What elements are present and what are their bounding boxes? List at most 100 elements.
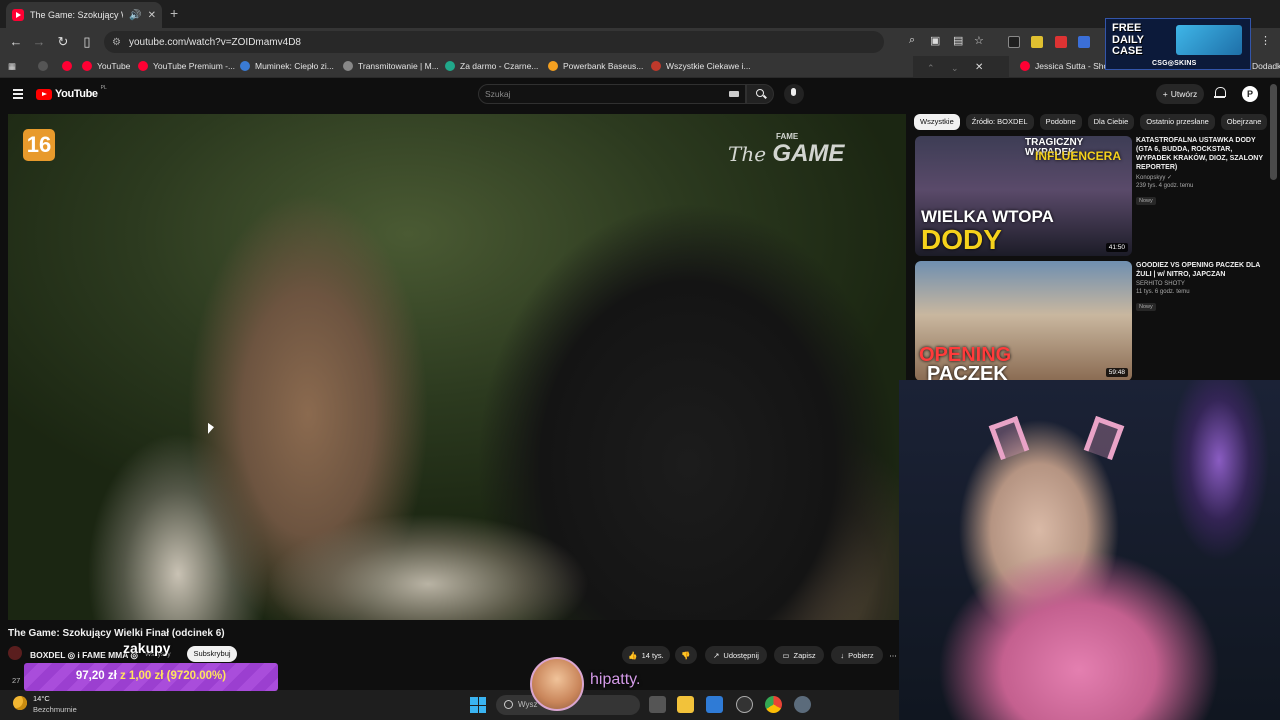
bookmarks-overflow[interactable]: Dodadki bbox=[1252, 61, 1280, 71]
chip-similar[interactable]: Podobne bbox=[1039, 114, 1082, 130]
chrome-icon[interactable] bbox=[765, 696, 782, 713]
recommended-channel[interactable]: Konopskyy ✓ bbox=[1136, 174, 1266, 181]
account-avatar[interactable]: P bbox=[1242, 86, 1258, 102]
sponsor-ad-banner: FREE DAILY CASE CSG◎SKINS bbox=[1105, 18, 1251, 70]
windows-start-icon[interactable] bbox=[470, 697, 486, 713]
video-player[interactable]: 16 FAME The GAME bbox=[8, 114, 906, 620]
apps-icon[interactable]: ▦ bbox=[8, 61, 16, 72]
search-input[interactable]: Szukaj bbox=[478, 84, 746, 104]
back-icon[interactable]: ← bbox=[8, 34, 24, 49]
task-view-icon[interactable] bbox=[649, 696, 666, 713]
scrollbar[interactable] bbox=[1270, 84, 1277, 180]
url-text: youtube.com/watch?v=ZOIDmamv4D8 bbox=[128, 36, 301, 48]
channel-name[interactable]: BOXDEL ◎ i FAME MMA ◎ bbox=[30, 650, 138, 661]
more-actions-button[interactable]: ⋯ bbox=[887, 646, 899, 664]
tab-title: The Game: Szokujący Wielki bbox=[30, 10, 123, 20]
site-info-icon[interactable]: ⚙ bbox=[112, 37, 121, 48]
youtube-icon bbox=[1020, 61, 1030, 71]
weather-moon-icon[interactable] bbox=[13, 696, 27, 710]
bookmark-item[interactable] bbox=[62, 61, 72, 71]
create-button[interactable]: + Utwórz bbox=[1156, 84, 1204, 104]
youtube-favicon-icon bbox=[12, 9, 24, 21]
address-bar[interactable]: ⚙ youtube.com/watch?v=ZOIDmamv4D8 bbox=[104, 31, 884, 53]
zoom-icon[interactable]: ⌕ bbox=[909, 34, 915, 47]
close-tab-icon[interactable]: ✕ bbox=[148, 10, 156, 21]
bookmark-item[interactable]: Powerbank Baseus... bbox=[548, 61, 643, 71]
dislike-button[interactable]: 👎 bbox=[675, 646, 697, 664]
voice-search-button[interactable] bbox=[784, 84, 804, 104]
channel-avatar[interactable] bbox=[8, 646, 22, 660]
notifications-bell-icon[interactable] bbox=[1214, 87, 1226, 99]
show-watermark: FAME The GAME bbox=[728, 132, 845, 167]
side-panel-icon[interactable]: ▯ bbox=[79, 34, 95, 50]
app-icon[interactable] bbox=[736, 696, 753, 713]
streamer-webcam bbox=[899, 380, 1280, 720]
streamer-handle: hipatty. bbox=[590, 671, 641, 688]
settings-gear-icon[interactable] bbox=[794, 696, 811, 713]
find-close-icon[interactable]: ✕ bbox=[975, 62, 983, 73]
recommended-video[interactable]: TRAGICZNY WYPADEK INFLUENCERA WIELKA WTO… bbox=[915, 136, 1275, 256]
share-button[interactable]: ↗ Udostępnij bbox=[705, 646, 767, 664]
save-button[interactable]: ▭ Zapisz bbox=[774, 646, 824, 664]
ad-artwork bbox=[1176, 25, 1242, 55]
file-explorer-icon[interactable] bbox=[677, 696, 694, 713]
chip-source[interactable]: Źródło: BOXDEL bbox=[965, 114, 1034, 130]
recommended-title[interactable]: KATASTROFALNA USTAWKA DODY (GTA 6, BUDDA… bbox=[1136, 136, 1266, 172]
hamburger-menu-icon[interactable] bbox=[13, 89, 23, 101]
bookmark-item[interactable]: Transmitowanie | M... bbox=[343, 61, 439, 71]
bookmark-item[interactable]: YouTube Premium -... bbox=[138, 61, 235, 71]
chip-all[interactable]: Wszystkie bbox=[914, 114, 960, 130]
youtube-header: YouTube PL Szukaj + Utwórz P bbox=[0, 78, 1280, 114]
chip-watched[interactable]: Obejrzane bbox=[1220, 114, 1268, 130]
bookmark-item[interactable] bbox=[38, 61, 48, 71]
bookmark-item[interactable]: YouTube bbox=[82, 61, 130, 71]
extension-icon[interactable] bbox=[1031, 36, 1043, 48]
cast-icon[interactable]: ▣ bbox=[930, 34, 940, 47]
recommended-stats: 239 tys. 4 godz. temu bbox=[1136, 183, 1194, 190]
chip-for-you[interactable]: Dla Ciebie bbox=[1087, 114, 1135, 130]
youtube-play-icon bbox=[36, 88, 52, 100]
search-button[interactable] bbox=[746, 84, 774, 104]
weather-temperature[interactable]: 14°C bbox=[33, 694, 50, 703]
video-duration: 41:50 bbox=[1105, 243, 1128, 252]
bookmarks-bar: ▦ YouTube YouTube Premium -... Muminek: … bbox=[0, 56, 1280, 78]
download-button[interactable]: ↓ Pobierz bbox=[831, 646, 883, 664]
menu-icon[interactable]: ⋮ bbox=[1260, 34, 1271, 47]
browser-tab[interactable]: The Game: Szokujący Wielki 🔊 ✕ bbox=[6, 2, 162, 28]
thumbs-down-icon: 👎 bbox=[681, 650, 691, 660]
like-button[interactable]: 👍 14 tys. bbox=[622, 646, 670, 664]
extension-icon[interactable] bbox=[1008, 36, 1020, 48]
mouse-cursor-icon bbox=[208, 422, 214, 439]
recommended-video[interactable]: OPENING PACZEK 59:48 GOODIEZ VS OPENING … bbox=[915, 261, 1275, 381]
recommended-channel[interactable]: SERHITO SHOTY bbox=[1136, 281, 1266, 287]
bookmark-favicon-icon bbox=[548, 61, 558, 71]
bookmark-favicon-icon bbox=[240, 61, 250, 71]
find-previous-icon[interactable]: ⌃ bbox=[927, 63, 935, 74]
find-next-icon[interactable]: ⌄ bbox=[951, 63, 959, 74]
video-thumbnail[interactable]: TRAGICZNY WYPADEK INFLUENCERA WIELKA WTO… bbox=[915, 136, 1132, 256]
bookmark-icon: ▭ bbox=[782, 650, 790, 660]
extension-icon[interactable] bbox=[1078, 36, 1090, 48]
bookmark-item[interactable]: Za darmo - Czarne... bbox=[445, 61, 538, 71]
bookmark-star-icon[interactable]: ☆ bbox=[974, 34, 984, 47]
forward-icon[interactable]: → bbox=[31, 34, 47, 49]
video-duration: 59:48 bbox=[1105, 368, 1128, 377]
recommended-title[interactable]: GOODIEZ VS OPENING PACZEK DLA ŻULI | w/ … bbox=[1136, 261, 1266, 279]
bookmark-item[interactable]: Muminek: Ciepło zi... bbox=[240, 61, 334, 71]
reload-icon[interactable]: ↻ bbox=[55, 34, 71, 50]
chip-recent[interactable]: Ostatnio przesłane bbox=[1140, 114, 1215, 130]
weather-description[interactable]: Bezchmurnie bbox=[33, 705, 77, 714]
keyboard-icon[interactable] bbox=[729, 91, 739, 97]
install-app-icon[interactable]: ▤ bbox=[953, 34, 963, 47]
bookmark-item[interactable]: Jessica Sutta - Show bbox=[1020, 61, 1114, 71]
new-tab-button[interactable]: + bbox=[170, 5, 178, 21]
speaker-icon[interactable]: 🔊 bbox=[129, 10, 141, 21]
extension-icon[interactable] bbox=[1055, 36, 1067, 48]
donation-goal-label: zakupy bbox=[123, 640, 171, 656]
subscribe-button[interactable]: Subskrybuj bbox=[187, 646, 237, 662]
store-icon[interactable] bbox=[706, 696, 723, 713]
youtube-logo[interactable]: YouTube PL bbox=[36, 85, 107, 100]
bookmark-item[interactable]: Wszystkie Ciekawe i... bbox=[651, 61, 751, 71]
new-badge: Nowy bbox=[1136, 303, 1156, 312]
video-thumbnail[interactable]: OPENING PACZEK 59:48 bbox=[915, 261, 1132, 381]
